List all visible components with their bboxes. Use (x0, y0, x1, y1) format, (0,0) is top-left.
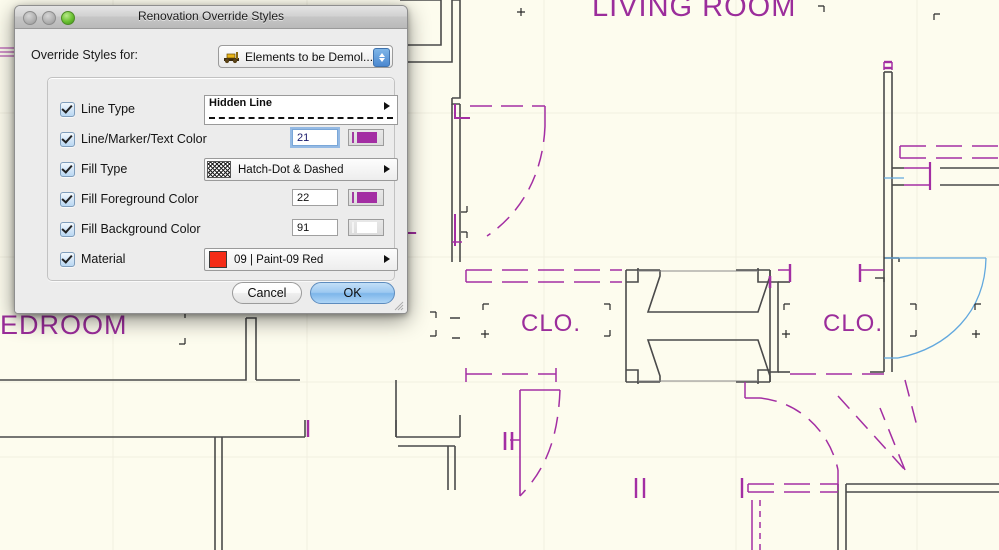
line-type-popup[interactable]: Hidden Line (204, 95, 398, 125)
fill-background-color-label: Fill Background Color (81, 222, 201, 236)
room-label-bedroom: EDROOM (0, 310, 128, 340)
override-target-value: Elements to be Demol... (245, 49, 374, 64)
row-material: Material 09 | Paint-09 Red (60, 248, 398, 271)
line-type-label: Line Type (81, 102, 135, 116)
line-marker-text-color-checkbox[interactable] (60, 131, 75, 147)
row-fill-background-color: Fill Background Color 91 (60, 218, 384, 240)
fill-background-color-checkbox[interactable] (60, 221, 75, 237)
material-label: Material (81, 252, 126, 266)
fill-type-popup[interactable]: Hatch-Dot & Dashed (204, 158, 398, 181)
material-color-swatch (209, 251, 227, 268)
override-styles-for-label: Override Styles for: (31, 48, 138, 62)
row-fill-type: Fill Type Hatch-Dot & Dashed (60, 158, 398, 181)
room-label-living-room: LIVING ROOM (592, 0, 797, 23)
line-type-value: Hidden Line (209, 97, 272, 109)
cancel-button[interactable]: Cancel (232, 282, 302, 304)
line-marker-text-color-swatch[interactable] (348, 129, 384, 146)
fill-type-checkbox[interactable] (60, 161, 75, 177)
triangle-right-icon (384, 165, 390, 173)
override-stepper[interactable] (373, 48, 390, 67)
material-value: 09 | Paint-09 Red (234, 253, 324, 266)
override-options-group: Line Type Hidden Line Line/Marker/Text C… (47, 77, 398, 281)
resize-grip[interactable] (392, 299, 404, 311)
fill-type-label: Fill Type (81, 162, 128, 176)
fill-background-color-input[interactable]: 91 (292, 219, 338, 236)
row-line-type: Line Type Hidden Line (60, 95, 398, 125)
fill-background-color-swatch[interactable] (348, 219, 384, 236)
fill-foreground-color-checkbox[interactable] (60, 191, 75, 207)
fill-foreground-color-input[interactable]: 22 (292, 189, 338, 206)
hatch-pattern-swatch (207, 161, 231, 178)
row-fill-foreground-color: Fill Foreground Color 22 (60, 188, 384, 210)
dialog-button-bar: Cancel OK (232, 282, 395, 304)
line-type-checkbox[interactable] (60, 101, 75, 117)
override-target-popup[interactable]: Elements to be Demol... (218, 45, 393, 68)
dialog-titlebar[interactable]: Renovation Override Styles (15, 6, 407, 29)
fill-foreground-color-label: Fill Foreground Color (81, 192, 199, 206)
triangle-right-icon (384, 102, 390, 110)
fill-foreground-color-swatch[interactable] (348, 189, 384, 206)
bulldozer-icon (223, 50, 242, 64)
fill-type-value: Hatch-Dot & Dashed (238, 163, 344, 176)
room-label-closet-left: CLO. (521, 310, 582, 337)
row-line-marker-text-color: Line/Marker/Text Color 21 (60, 128, 384, 150)
material-popup[interactable]: 09 | Paint-09 Red (204, 248, 398, 271)
override-styles-for-row: Override Styles for: Elements to be Demo… (31, 45, 393, 68)
line-marker-text-color-input[interactable]: 21 (292, 129, 338, 146)
ok-button[interactable]: OK (310, 282, 395, 304)
renovation-override-styles-dialog[interactable]: Renovation Override Styles Override Styl… (14, 5, 408, 314)
material-checkbox[interactable] (60, 251, 75, 267)
room-label-closet-right: CLO. (823, 310, 884, 337)
hidden-line-preview (209, 117, 393, 119)
triangle-right-icon (384, 255, 390, 263)
line-marker-text-color-label: Line/Marker/Text Color (81, 132, 207, 146)
dialog-body: Override Styles for: Elements to be Demo… (15, 29, 407, 313)
dialog-title: Renovation Override Styles (137, 9, 285, 23)
